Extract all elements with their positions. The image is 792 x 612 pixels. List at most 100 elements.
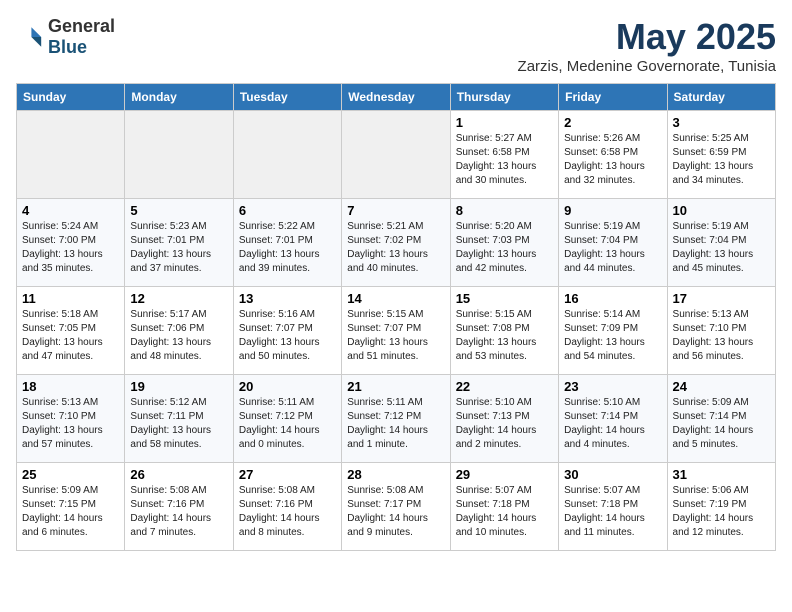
day-info: Sunrise: 5:08 AM Sunset: 7:17 PM Dayligh… <box>347 484 444 540</box>
day-info: Sunrise: 5:25 AM Sunset: 6:59 PM Dayligh… <box>673 132 770 188</box>
day-number: 31 <box>673 467 770 482</box>
calendar-cell <box>342 111 450 199</box>
day-number: 26 <box>130 467 227 482</box>
calendar-cell: 18 Sunrise: 5:13 AM Sunset: 7:10 PM Dayli… <box>17 375 125 463</box>
calendar-cell: 27 Sunrise: 5:08 AM Sunset: 7:16 PM Dayli… <box>233 463 341 551</box>
day-number: 21 <box>347 379 444 394</box>
day-info: Sunrise: 5:19 AM Sunset: 7:04 PM Dayligh… <box>673 220 770 276</box>
weekday-header: Thursday <box>450 84 558 111</box>
calendar-cell <box>125 111 233 199</box>
title-block: May 2025 Zarzis, Medenine Governorate, T… <box>518 16 776 75</box>
calendar-cell: 26 Sunrise: 5:08 AM Sunset: 7:16 PM Dayli… <box>125 463 233 551</box>
calendar-cell: 19 Sunrise: 5:12 AM Sunset: 7:11 PM Dayli… <box>125 375 233 463</box>
day-number: 9 <box>564 203 661 218</box>
day-info: Sunrise: 5:09 AM Sunset: 7:14 PM Dayligh… <box>673 396 770 452</box>
day-number: 17 <box>673 291 770 306</box>
day-number: 20 <box>239 379 336 394</box>
weekday-header: Monday <box>125 84 233 111</box>
day-number: 22 <box>456 379 553 394</box>
logo-blue: Blue <box>48 37 87 57</box>
calendar-cell: 28 Sunrise: 5:08 AM Sunset: 7:17 PM Dayli… <box>342 463 450 551</box>
day-number: 27 <box>239 467 336 482</box>
calendar-cell: 31 Sunrise: 5:06 AM Sunset: 7:19 PM Dayli… <box>667 463 775 551</box>
day-info: Sunrise: 5:09 AM Sunset: 7:15 PM Dayligh… <box>22 484 119 540</box>
day-number: 7 <box>347 203 444 218</box>
location-subtitle: Zarzis, Medenine Governorate, Tunisia <box>518 58 776 75</box>
day-number: 12 <box>130 291 227 306</box>
day-info: Sunrise: 5:12 AM Sunset: 7:11 PM Dayligh… <box>130 396 227 452</box>
day-info: Sunrise: 5:18 AM Sunset: 7:05 PM Dayligh… <box>22 308 119 364</box>
calendar-cell: 8Sunrise: 5:20 AM Sunset: 7:03 PM Daylig… <box>450 199 558 287</box>
calendar-cell: 29 Sunrise: 5:07 AM Sunset: 7:18 PM Dayli… <box>450 463 558 551</box>
calendar-week-row: 18 Sunrise: 5:13 AM Sunset: 7:10 PM Dayli… <box>17 375 776 463</box>
calendar-cell: 15 Sunrise: 5:15 AM Sunset: 7:08 PM Dayli… <box>450 287 558 375</box>
calendar-cell: 21Sunrise: 5:11 AM Sunset: 7:12 PM Dayli… <box>342 375 450 463</box>
calendar-cell: 2 Sunrise: 5:26 AM Sunset: 6:58 PM Daylig… <box>559 111 667 199</box>
day-info: Sunrise: 5:22 AM Sunset: 7:01 PM Dayligh… <box>239 220 336 276</box>
weekday-header: Saturday <box>667 84 775 111</box>
weekday-header: Tuesday <box>233 84 341 111</box>
calendar-cell: 3Sunrise: 5:25 AM Sunset: 6:59 PM Daylig… <box>667 111 775 199</box>
day-info: Sunrise: 5:16 AM Sunset: 7:07 PM Dayligh… <box>239 308 336 364</box>
day-info: Sunrise: 5:15 AM Sunset: 7:08 PM Dayligh… <box>456 308 553 364</box>
calendar-cell <box>17 111 125 199</box>
calendar-cell <box>233 111 341 199</box>
day-number: 29 <box>456 467 553 482</box>
day-number: 23 <box>564 379 661 394</box>
day-info: Sunrise: 5:13 AM Sunset: 7:10 PM Dayligh… <box>22 396 119 452</box>
calendar-cell: 10 Sunrise: 5:19 AM Sunset: 7:04 PM Dayli… <box>667 199 775 287</box>
day-info: Sunrise: 5:07 AM Sunset: 7:18 PM Dayligh… <box>564 484 661 540</box>
day-number: 25 <box>22 467 119 482</box>
day-info: Sunrise: 5:08 AM Sunset: 7:16 PM Dayligh… <box>130 484 227 540</box>
day-number: 19 <box>130 379 227 394</box>
logo-general: General <box>48 16 115 36</box>
calendar-week-row: 4 Sunrise: 5:24 AM Sunset: 7:00 PM Daylig… <box>17 199 776 287</box>
day-info: Sunrise: 5:24 AM Sunset: 7:00 PM Dayligh… <box>22 220 119 276</box>
calendar-cell: 12 Sunrise: 5:17 AM Sunset: 7:06 PM Dayli… <box>125 287 233 375</box>
calendar-cell: 25 Sunrise: 5:09 AM Sunset: 7:15 PM Dayli… <box>17 463 125 551</box>
calendar-week-row: 11Sunrise: 5:18 AM Sunset: 7:05 PM Dayli… <box>17 287 776 375</box>
day-number: 10 <box>673 203 770 218</box>
day-info: Sunrise: 5:10 AM Sunset: 7:14 PM Dayligh… <box>564 396 661 452</box>
day-info: Sunrise: 5:13 AM Sunset: 7:10 PM Dayligh… <box>673 308 770 364</box>
calendar-cell: 4 Sunrise: 5:24 AM Sunset: 7:00 PM Daylig… <box>17 199 125 287</box>
day-number: 28 <box>347 467 444 482</box>
day-number: 4 <box>22 203 119 218</box>
day-info: Sunrise: 5:14 AM Sunset: 7:09 PM Dayligh… <box>564 308 661 364</box>
calendar-cell: 23 Sunrise: 5:10 AM Sunset: 7:14 PM Dayli… <box>559 375 667 463</box>
weekday-header: Sunday <box>17 84 125 111</box>
day-info: Sunrise: 5:15 AM Sunset: 7:07 PM Dayligh… <box>347 308 444 364</box>
day-info: Sunrise: 5:27 AM Sunset: 6:58 PM Dayligh… <box>456 132 553 188</box>
calendar-cell: 13Sunrise: 5:16 AM Sunset: 7:07 PM Dayli… <box>233 287 341 375</box>
calendar-cell: 5 Sunrise: 5:23 AM Sunset: 7:01 PM Daylig… <box>125 199 233 287</box>
calendar-cell: 1 Sunrise: 5:27 AM Sunset: 6:58 PM Daylig… <box>450 111 558 199</box>
calendar-week-row: 25 Sunrise: 5:09 AM Sunset: 7:15 PM Dayli… <box>17 463 776 551</box>
calendar-cell: 24Sunrise: 5:09 AM Sunset: 7:14 PM Dayli… <box>667 375 775 463</box>
calendar-cell: 17 Sunrise: 5:13 AM Sunset: 7:10 PM Dayli… <box>667 287 775 375</box>
calendar-cell: 9Sunrise: 5:19 AM Sunset: 7:04 PM Daylig… <box>559 199 667 287</box>
logo: General Blue <box>16 16 115 58</box>
day-info: Sunrise: 5:08 AM Sunset: 7:16 PM Dayligh… <box>239 484 336 540</box>
day-number: 8 <box>456 203 553 218</box>
day-number: 15 <box>456 291 553 306</box>
day-info: Sunrise: 5:17 AM Sunset: 7:06 PM Dayligh… <box>130 308 227 364</box>
calendar-cell: 14Sunrise: 5:15 AM Sunset: 7:07 PM Dayli… <box>342 287 450 375</box>
day-number: 2 <box>564 115 661 130</box>
page-header: General Blue May 2025 Zarzis, Medenine G… <box>16 16 776 75</box>
weekday-header: Wednesday <box>342 84 450 111</box>
calendar-week-row: 1 Sunrise: 5:27 AM Sunset: 6:58 PM Daylig… <box>17 111 776 199</box>
day-info: Sunrise: 5:06 AM Sunset: 7:19 PM Dayligh… <box>673 484 770 540</box>
calendar-cell: 7Sunrise: 5:21 AM Sunset: 7:02 PM Daylig… <box>342 199 450 287</box>
day-number: 5 <box>130 203 227 218</box>
day-info: Sunrise: 5:23 AM Sunset: 7:01 PM Dayligh… <box>130 220 227 276</box>
month-title: May 2025 <box>518 16 776 58</box>
day-info: Sunrise: 5:26 AM Sunset: 6:58 PM Dayligh… <box>564 132 661 188</box>
calendar-table: SundayMondayTuesdayWednesdayThursdayFrid… <box>16 83 776 551</box>
calendar-cell: 16Sunrise: 5:14 AM Sunset: 7:09 PM Dayli… <box>559 287 667 375</box>
day-number: 1 <box>456 115 553 130</box>
logo-icon <box>16 23 44 51</box>
day-info: Sunrise: 5:07 AM Sunset: 7:18 PM Dayligh… <box>456 484 553 540</box>
calendar-cell: 11Sunrise: 5:18 AM Sunset: 7:05 PM Dayli… <box>17 287 125 375</box>
day-number: 18 <box>22 379 119 394</box>
day-info: Sunrise: 5:10 AM Sunset: 7:13 PM Dayligh… <box>456 396 553 452</box>
